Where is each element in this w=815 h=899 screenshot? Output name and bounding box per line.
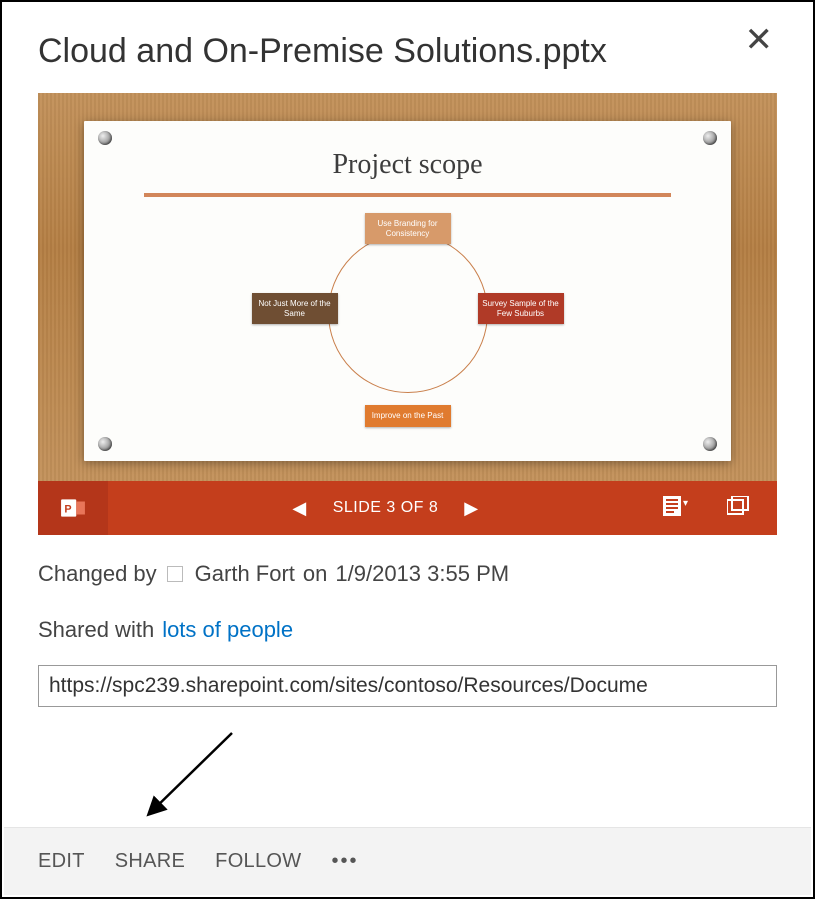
screw-icon xyxy=(703,131,717,145)
screw-icon xyxy=(98,131,112,145)
screw-icon xyxy=(98,437,112,451)
screw-icon xyxy=(703,437,717,451)
document-title: Cloud and On-Premise Solutions.pptx xyxy=(38,32,607,71)
title-row: Cloud and On-Premise Solutions.pptx ✕ xyxy=(38,26,777,93)
edit-button[interactable]: EDIT xyxy=(38,850,85,873)
changed-by-on: on xyxy=(303,561,327,587)
svg-text:P: P xyxy=(64,503,72,515)
cycle-diagram: Use Branding for Consistency Survey Samp… xyxy=(258,215,558,425)
diagram-node-bottom: Improve on the Past xyxy=(365,405,451,427)
svg-text:▾: ▾ xyxy=(683,498,689,509)
slide-nav: ◀ SLIDE 3 OF 8 ▶ xyxy=(108,498,663,519)
close-icon[interactable]: ✕ xyxy=(741,26,778,54)
changed-by-row: Changed by Garth Fort on 1/9/2013 3:55 P… xyxy=(38,561,777,587)
shared-with-link[interactable]: lots of people xyxy=(162,617,293,643)
user-avatar-placeholder-icon xyxy=(167,566,183,582)
annotation-arrow-icon xyxy=(132,727,252,827)
more-actions-icon[interactable]: ••• xyxy=(331,850,358,873)
document-callout: Cloud and On-Premise Solutions.pptx ✕ Pr… xyxy=(0,0,815,899)
slideshow-icon[interactable] xyxy=(727,496,749,521)
changed-by-label: Changed by xyxy=(38,561,157,587)
follow-button[interactable]: FOLLOW xyxy=(215,850,301,873)
slide-preview-area: Project scope Use Branding for Consisten… xyxy=(38,93,777,535)
diagram-node-top: Use Branding for Consistency xyxy=(365,213,451,244)
next-slide-icon[interactable]: ▶ xyxy=(464,498,478,519)
prev-slide-icon[interactable]: ◀ xyxy=(292,498,306,519)
view-controls: ▾ xyxy=(663,496,777,521)
powerpoint-icon: P xyxy=(38,481,108,535)
changed-date: 1/9/2013 3:55 PM xyxy=(335,561,509,587)
shared-with-label: Shared with xyxy=(38,617,154,643)
diagram-node-right: Survey Sample of the Few Suburbs xyxy=(478,293,564,324)
slide-background: Project scope Use Branding for Consisten… xyxy=(38,93,777,481)
slide-control-bar: P ◀ SLIDE 3 OF 8 ▶ ▾ xyxy=(38,481,777,535)
slide-counter: SLIDE 3 OF 8 xyxy=(333,499,439,517)
powerpoint-glyph-icon: P xyxy=(60,495,86,521)
slide-title: Project scope xyxy=(84,121,731,181)
title-rule xyxy=(144,193,671,197)
document-url-field[interactable]: https://spc239.sharepoint.com/sites/cont… xyxy=(38,665,777,707)
callout-footer: EDIT SHARE FOLLOW ••• xyxy=(4,827,811,895)
slide-canvas[interactable]: Project scope Use Branding for Consisten… xyxy=(84,121,731,461)
cycle-ring xyxy=(328,233,488,393)
diagram-node-left: Not Just More of the Same xyxy=(252,293,338,324)
share-button[interactable]: SHARE xyxy=(115,850,185,873)
shared-with-row: Shared with lots of people xyxy=(38,617,777,643)
reading-view-icon[interactable]: ▾ xyxy=(663,496,693,521)
changed-by-user[interactable]: Garth Fort xyxy=(195,561,295,587)
